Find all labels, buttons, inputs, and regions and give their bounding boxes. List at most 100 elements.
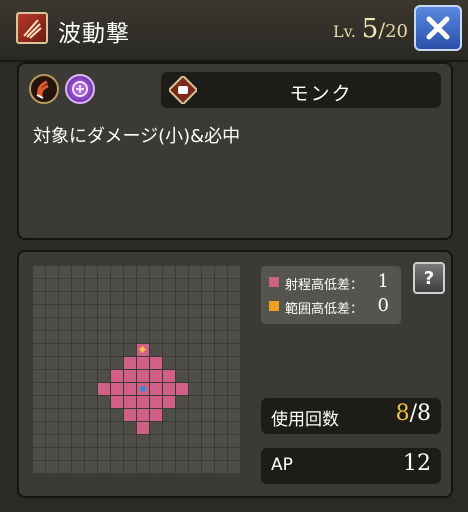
grid-cell xyxy=(46,383,58,395)
grid-cell xyxy=(33,357,45,369)
grid-cell xyxy=(150,279,162,291)
grid-cell xyxy=(202,448,214,460)
grid-cell xyxy=(33,409,45,421)
grid-cell xyxy=(176,305,188,317)
grid-cell-range xyxy=(137,357,149,369)
grid-cell xyxy=(189,383,201,395)
grid-cell xyxy=(202,318,214,330)
close-button[interactable] xyxy=(414,5,462,51)
grid-cell xyxy=(33,448,45,460)
help-icon: ? xyxy=(423,267,435,289)
grid-cell xyxy=(111,461,123,473)
grid-cell xyxy=(111,331,123,343)
range-panel: 射程高低差： 1 範囲高低差： 0 ? 使用回数 8/8 AP 12 xyxy=(17,250,453,498)
grid-cell xyxy=(33,344,45,356)
grid-cell xyxy=(46,292,58,304)
grid-cell xyxy=(85,318,97,330)
grid-cell xyxy=(150,422,162,434)
grid-cell xyxy=(59,344,71,356)
grid-cell xyxy=(72,422,84,434)
job-bar: モンク xyxy=(161,72,441,108)
grid-cell xyxy=(228,435,240,447)
grid-cell xyxy=(189,305,201,317)
grid-cell xyxy=(215,344,227,356)
grid-cell xyxy=(46,435,58,447)
grid-cell xyxy=(176,357,188,369)
grid-cell xyxy=(72,331,84,343)
grid-cell xyxy=(137,331,149,343)
grid-cell xyxy=(137,305,149,317)
grid-cell xyxy=(72,305,84,317)
grid-cell xyxy=(59,422,71,434)
grid-cell xyxy=(59,461,71,473)
legend-value: 1 xyxy=(377,271,389,292)
grid-cell xyxy=(72,435,84,447)
help-button[interactable]: ? xyxy=(413,262,445,294)
grid-cell xyxy=(72,448,84,460)
grid-cell xyxy=(59,396,71,408)
grid-cell xyxy=(85,344,97,356)
grid-cell xyxy=(46,448,58,460)
grid-cell xyxy=(202,266,214,278)
grid-cell xyxy=(189,370,201,382)
grid-cell xyxy=(215,318,227,330)
fist-icon xyxy=(169,76,197,104)
grid-cell xyxy=(215,370,227,382)
grid-cell xyxy=(98,266,110,278)
grid-cell xyxy=(59,448,71,460)
grid-cell xyxy=(150,266,162,278)
grid-cell xyxy=(215,292,227,304)
grid-cell xyxy=(150,344,162,356)
grid-cell-origin xyxy=(137,383,149,395)
grid-cell xyxy=(85,396,97,408)
grid-cell xyxy=(202,292,214,304)
grid-cell xyxy=(72,357,84,369)
grid-cell xyxy=(228,292,240,304)
grid-cell xyxy=(59,435,71,447)
grid-cell xyxy=(202,331,214,343)
grid-cell xyxy=(163,461,175,473)
uses-bar: 使用回数 8/8 xyxy=(261,398,441,434)
grid-cell xyxy=(124,435,136,447)
grid-cell-range xyxy=(137,422,149,434)
grid-cell xyxy=(202,383,214,395)
grid-cell xyxy=(85,305,97,317)
grid-cell xyxy=(215,435,227,447)
grid-cell xyxy=(59,357,71,369)
grid-cell-range xyxy=(124,370,136,382)
grid-cell xyxy=(98,331,110,343)
grid-cell xyxy=(85,435,97,447)
grid-cell-range xyxy=(150,357,162,369)
grid-cell xyxy=(85,266,97,278)
grid-cell-range xyxy=(163,370,175,382)
grid-cell xyxy=(72,409,84,421)
grid-cell xyxy=(215,305,227,317)
grid-cell xyxy=(85,422,97,434)
grid-cell xyxy=(124,448,136,460)
grid-cell xyxy=(124,266,136,278)
grid-cell xyxy=(176,435,188,447)
grid-cell-range xyxy=(137,409,149,421)
grid-cell xyxy=(150,305,162,317)
grid-cell xyxy=(72,279,84,291)
grid-cell xyxy=(215,409,227,421)
grid-cell xyxy=(189,461,201,473)
grid-cell xyxy=(202,396,214,408)
grid-cell xyxy=(228,409,240,421)
legend-label: 射程高低差： xyxy=(285,278,364,293)
grid-cell xyxy=(176,279,188,291)
grid-cell xyxy=(228,370,240,382)
grid-cell xyxy=(98,435,110,447)
grid-cell xyxy=(46,461,58,473)
legend-row-area: 範囲高低差： 0 xyxy=(269,295,399,318)
grid-cell xyxy=(85,461,97,473)
grid-cell-range xyxy=(124,357,136,369)
grid-cell-range xyxy=(163,396,175,408)
grid-cell xyxy=(124,305,136,317)
grid-cell xyxy=(150,331,162,343)
grid-cell xyxy=(163,292,175,304)
grid-cell xyxy=(163,279,175,291)
grid-cell xyxy=(33,435,45,447)
grid-cell xyxy=(59,318,71,330)
grid-cell xyxy=(163,448,175,460)
